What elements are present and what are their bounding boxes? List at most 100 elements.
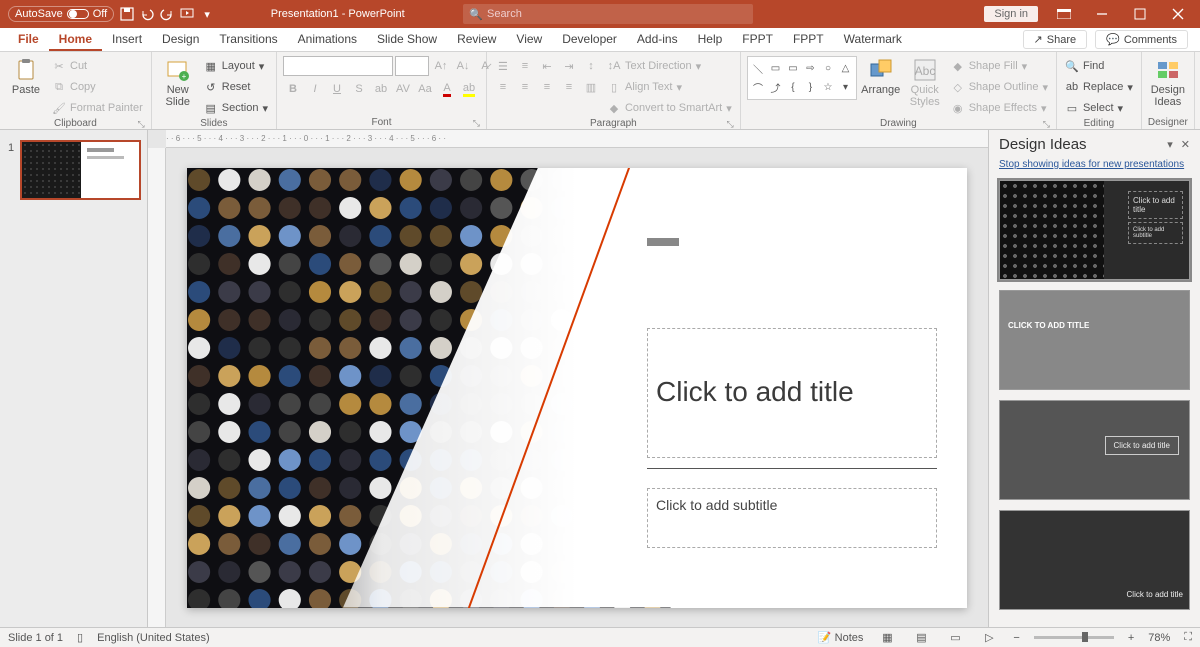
section-button[interactable]: ▤Section ▾ — [202, 98, 270, 118]
tab-help[interactable]: Help — [688, 28, 733, 51]
sorter-view-icon[interactable]: ▤ — [911, 630, 931, 646]
save-icon[interactable] — [120, 7, 134, 21]
slide-thumbnail-1[interactable]: 1 — [20, 140, 141, 200]
new-slide-button[interactable]: + New Slide — [158, 56, 198, 110]
reading-view-icon[interactable]: ▭ — [945, 630, 965, 646]
numbering-icon[interactable]: ≡ — [515, 56, 535, 76]
columns-icon[interactable]: ▥ — [581, 77, 601, 97]
justify-icon[interactable]: ≡ — [559, 77, 579, 97]
tab-animations[interactable]: Animations — [288, 28, 367, 51]
language-status[interactable]: English (United States) — [97, 632, 210, 644]
comments-button[interactable]: 💬Comments — [1095, 30, 1188, 49]
pane-close-icon[interactable]: ✕ — [1181, 138, 1190, 151]
dialog-launcher-icon[interactable]: ⤡ — [138, 119, 145, 130]
shrink-font-icon[interactable]: A↓ — [453, 56, 473, 76]
shape-outline-button[interactable]: ◇Shape Outline ▾ — [949, 77, 1050, 97]
paste-button[interactable]: Paste — [6, 56, 46, 98]
shape-fill-button[interactable]: ◆Shape Fill ▾ — [949, 56, 1050, 76]
grow-font-icon[interactable]: A↑ — [431, 56, 451, 76]
arrange-button[interactable]: Arrange — [861, 56, 901, 98]
spacing-icon[interactable]: AV — [393, 79, 413, 99]
tab-transitions[interactable]: Transitions — [209, 28, 287, 51]
slide-counter[interactable]: Slide 1 of 1 — [8, 632, 63, 644]
bold-icon[interactable]: B — [283, 79, 303, 99]
slide-viewport[interactable]: Click to add title Click to add subtitle — [166, 148, 988, 627]
title-placeholder[interactable]: Click to add title — [647, 328, 937, 458]
zoom-out-icon[interactable]: − — [1013, 632, 1019, 644]
pane-dropdown-icon[interactable]: ▾ — [1167, 138, 1173, 151]
format-painter-button[interactable]: 🖌Format Painter — [50, 98, 145, 118]
tab-watermark[interactable]: Watermark — [834, 28, 912, 51]
slideshow-view-icon[interactable]: ▷ — [979, 630, 999, 646]
tab-design[interactable]: Design — [152, 28, 209, 51]
dialog-launcher-icon[interactable]: ⤡ — [727, 119, 734, 130]
indent-dec-icon[interactable]: ⇤ — [537, 56, 557, 76]
shape-effects-button[interactable]: ◉Shape Effects ▾ — [949, 98, 1050, 118]
sign-in-button[interactable]: Sign in — [984, 6, 1038, 22]
shadow-icon[interactable]: ab — [371, 79, 391, 99]
tab-home[interactable]: Home — [49, 28, 102, 51]
align-left-icon[interactable]: ≡ — [493, 77, 513, 97]
close-icon[interactable] — [1160, 0, 1196, 28]
notes-button[interactable]: 📝 Notes — [818, 631, 864, 644]
font-family-select[interactable] — [283, 56, 393, 76]
zoom-in-icon[interactable]: + — [1128, 632, 1134, 644]
cut-button[interactable]: ✂Cut — [50, 56, 145, 76]
design-ideas-button[interactable]: Design Ideas — [1148, 56, 1188, 110]
shapes-gallery[interactable]: ＼▭▭⇨○△ ⌒⤴{}☆▾ — [747, 56, 857, 100]
maximize-icon[interactable] — [1122, 0, 1158, 28]
text-direction-button[interactable]: ↕AText Direction ▾ — [605, 56, 734, 76]
fit-window-icon[interactable]: ⛶ — [1184, 631, 1192, 644]
normal-view-icon[interactable]: ▦ — [877, 630, 897, 646]
highlight-icon[interactable]: ab — [459, 79, 479, 99]
dialog-launcher-icon[interactable]: ⤡ — [473, 118, 480, 129]
dialog-launcher-icon[interactable]: ⤡ — [1043, 119, 1050, 130]
stop-showing-link[interactable]: Stop showing ideas for new presentations — [989, 159, 1200, 176]
design-idea-4[interactable]: Click to add title — [999, 510, 1190, 610]
copy-button[interactable]: ⧉Copy — [50, 77, 145, 97]
zoom-slider[interactable] — [1034, 636, 1114, 639]
reset-button[interactable]: ↺Reset — [202, 77, 270, 97]
indent-inc-icon[interactable]: ⇥ — [559, 56, 579, 76]
slideshow-start-icon[interactable] — [180, 7, 194, 21]
ribbon-display-icon[interactable] — [1046, 0, 1082, 28]
zoom-level[interactable]: 78% — [1148, 632, 1170, 644]
tab-insert[interactable]: Insert — [102, 28, 152, 51]
convert-smartart-button[interactable]: ◆Convert to SmartArt ▾ — [605, 98, 734, 118]
strike-icon[interactable]: S — [349, 79, 369, 99]
design-idea-1[interactable]: Click to add titleClick to add subtitle — [999, 180, 1190, 280]
design-idea-2[interactable]: CLICK TO ADD TITLE — [999, 290, 1190, 390]
find-button[interactable]: 🔍Find — [1063, 56, 1135, 76]
tab-addins[interactable]: Add-ins — [627, 28, 688, 51]
tab-fppt[interactable]: FPPT — [732, 28, 783, 51]
replace-button[interactable]: abReplace ▾ — [1063, 77, 1135, 97]
undo-icon[interactable] — [140, 7, 154, 21]
align-text-button[interactable]: ▯Align Text ▾ — [605, 77, 734, 97]
bullets-icon[interactable]: ☰ — [493, 56, 513, 76]
autosave-toggle[interactable]: AutoSave Off — [8, 6, 114, 22]
align-right-icon[interactable]: ≡ — [537, 77, 557, 97]
qat-customize-icon[interactable]: ▾ — [200, 7, 214, 21]
design-idea-3[interactable]: Click to add title — [999, 400, 1190, 500]
tab-slideshow[interactable]: Slide Show — [367, 28, 447, 51]
tab-view[interactable]: View — [506, 28, 552, 51]
line-spacing-icon[interactable]: ↕ — [581, 56, 601, 76]
tab-developer[interactable]: Developer — [552, 28, 627, 51]
tab-fppt2[interactable]: FPPT — [783, 28, 834, 51]
subtitle-placeholder[interactable]: Click to add subtitle — [647, 488, 937, 548]
layout-button[interactable]: ▦Layout ▾ — [202, 56, 270, 76]
share-button[interactable]: ↗Share — [1023, 30, 1088, 49]
italic-icon[interactable]: I — [305, 79, 325, 99]
align-center-icon[interactable]: ≡ — [515, 77, 535, 97]
select-button[interactable]: ▭Select ▾ — [1063, 98, 1135, 118]
quick-styles-button[interactable]: Abc Quick Styles — [905, 56, 945, 110]
tab-file[interactable]: File — [8, 28, 49, 51]
tab-review[interactable]: Review — [447, 28, 506, 51]
minimize-icon[interactable] — [1084, 0, 1120, 28]
font-size-select[interactable] — [395, 56, 429, 76]
search-box[interactable]: 🔍 Search — [463, 4, 753, 24]
underline-icon[interactable]: U — [327, 79, 347, 99]
change-case-icon[interactable]: Aa — [415, 79, 435, 99]
font-color-icon[interactable]: A — [437, 79, 457, 99]
accessibility-icon[interactable]: ▯ — [77, 631, 83, 644]
